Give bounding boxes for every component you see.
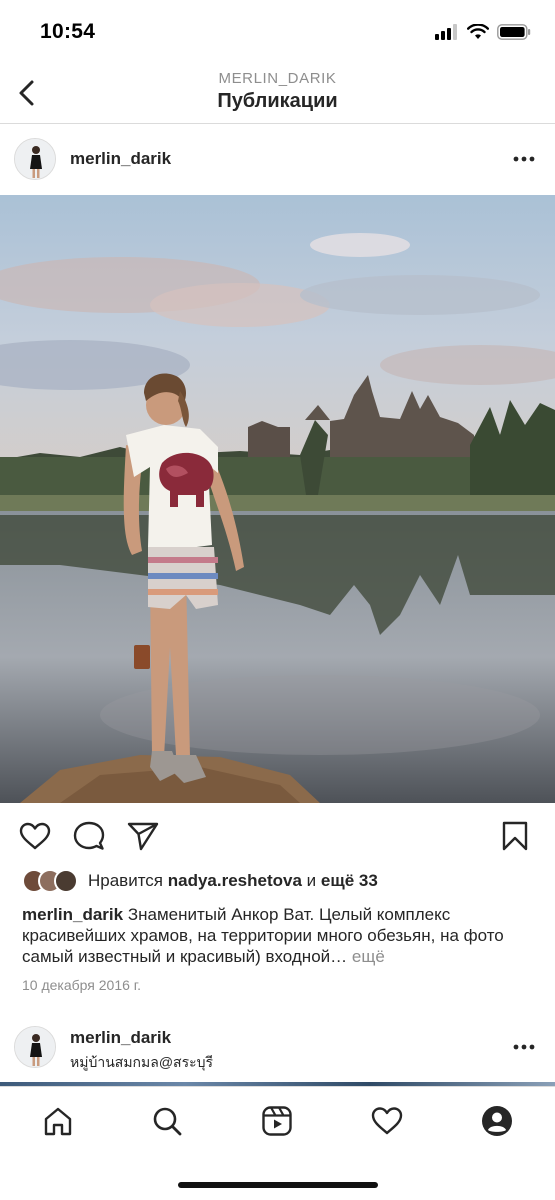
post-caption: merlin_darik Знаменитый Анкор Ват. Целый… [22,904,542,967]
top-header: MERLIN_DARIK Публикации [0,64,555,124]
page-title: Публикации [217,90,338,112]
next-post-username[interactable]: merlin_darik [70,1028,171,1048]
post-image[interactable] [0,195,555,803]
battery-icon [497,24,531,40]
send-icon [127,822,159,851]
nav-profile-button[interactable] [479,1103,515,1139]
status-time: 10:54 [40,20,96,43]
post-actions [0,812,555,860]
more-horizontal-icon [513,156,535,162]
likes-text[interactable]: Нравится nadya.reshetova и ещё 33 [88,871,378,891]
more-options-button[interactable] [509,1037,539,1057]
nav-activity-button[interactable] [369,1103,405,1139]
nav-reels-button[interactable] [259,1103,295,1139]
avatar-image [15,139,55,179]
home-icon [44,1107,72,1136]
likes-row[interactable]: Нравится nadya.reshetova и ещё 33 [22,866,378,896]
wifi-icon [467,24,489,39]
likes-joiner: и [306,871,317,890]
caption-more-link[interactable]: ещё [352,947,385,966]
bookmark-icon [502,821,528,851]
caption-username[interactable]: merlin_darik [22,905,123,924]
liker-avatar [54,869,78,893]
comment-button[interactable] [72,820,106,852]
avatar[interactable] [14,138,56,180]
likes-user[interactable]: nadya.reshetova [168,871,302,890]
nav-search-button[interactable] [149,1103,185,1139]
likes-rest[interactable]: ещё 33 [321,871,378,890]
nav-home-button[interactable] [40,1103,76,1139]
share-button[interactable] [126,820,160,852]
more-horizontal-icon [513,1044,535,1050]
save-button[interactable] [498,820,532,852]
activity-heart-icon [371,1107,403,1135]
reels-icon [262,1106,292,1136]
next-post-location[interactable]: หมู่บ้านสมกมล@สระบุรี [70,1052,213,1074]
more-options-button[interactable] [509,149,539,169]
avatar[interactable] [14,1026,56,1068]
avatar-image [15,1027,55,1067]
search-icon [153,1107,182,1136]
post-photo [0,195,555,803]
bottom-nav [0,1086,555,1200]
heart-icon [19,822,51,850]
profile-icon [482,1106,512,1136]
post-header: merlin_darik [0,124,555,194]
next-post-header: merlin_darik หมู่บ้านสมกมล@สระบุรี [0,1012,555,1082]
status-bar: 10:54 [0,0,555,64]
signal-icon [435,24,457,40]
post-date: 10 декабря 2016 г. [22,977,142,993]
likes-prefix: Нравится [88,871,164,890]
comment-icon [73,821,105,850]
liked-by-avatars [22,869,78,893]
home-indicator [178,1182,378,1188]
status-icons [435,24,531,40]
like-button[interactable] [18,820,52,852]
post-username[interactable]: merlin_darik [70,149,171,169]
header-username: MERLIN_DARIK [218,70,337,87]
